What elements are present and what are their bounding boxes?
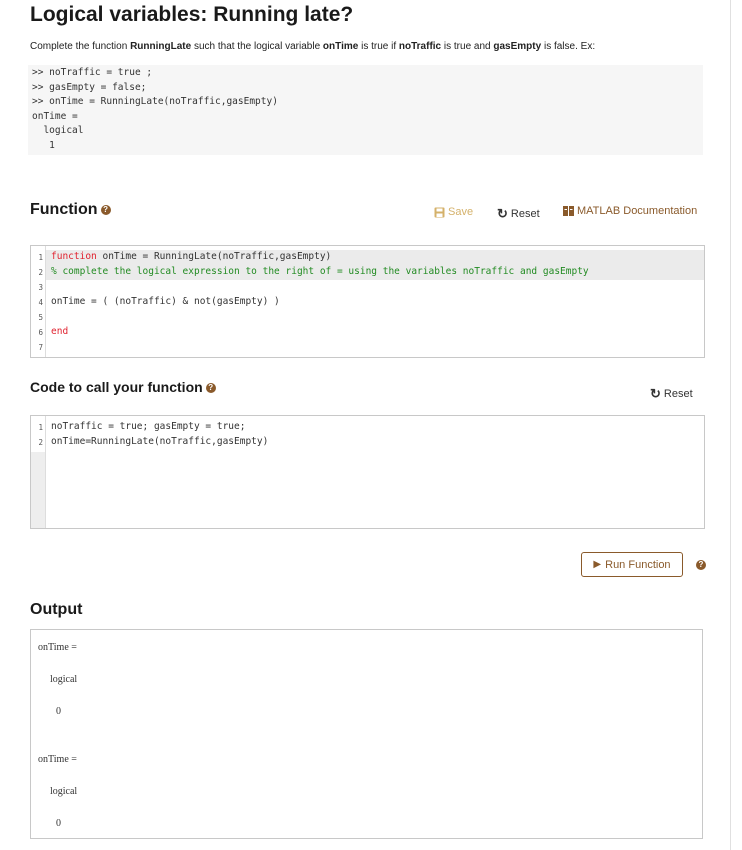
function-editor[interactable]: 1 function onTime = RunningLate(noTraffi… bbox=[30, 245, 705, 358]
save-button[interactable]: Save bbox=[434, 206, 473, 218]
line-number: 7 bbox=[38, 343, 43, 352]
desc-var: noTraffic bbox=[398, 41, 442, 52]
desc-var: gasEmpty bbox=[493, 41, 542, 52]
reset-label: Reset bbox=[510, 208, 540, 220]
example-code-block: >> noTraffic = true ; >> gasEmpty = fals… bbox=[28, 65, 703, 155]
save-icon bbox=[434, 207, 445, 217]
reset-call-button[interactable]: ↻ Reset bbox=[650, 386, 693, 402]
reset-function-button[interactable]: ↻ Reset bbox=[497, 206, 540, 222]
call-code-heading-label: Code to call your function bbox=[30, 379, 203, 395]
run-function-button[interactable]: ▶ Run Function bbox=[581, 552, 683, 577]
output-line: logical bbox=[50, 674, 78, 685]
line-number: 1 bbox=[38, 253, 43, 262]
save-label: Save bbox=[448, 206, 474, 218]
function-heading: Function? bbox=[30, 201, 111, 219]
book-icon bbox=[563, 206, 574, 216]
desc-text: is false. Ex: bbox=[541, 41, 596, 52]
function-heading-label: Function bbox=[30, 201, 98, 218]
desc-text: Complete the function bbox=[30, 41, 131, 52]
matlab-documentation-link[interactable]: MATLAB Documentation bbox=[563, 205, 697, 217]
line-number: 2 bbox=[38, 438, 43, 447]
run-function-label: Run Function bbox=[605, 558, 671, 571]
output-line: 0 bbox=[56, 706, 61, 717]
output-line: 0 bbox=[56, 818, 61, 829]
line-number: 1 bbox=[38, 423, 43, 432]
code-line: onTime = ( (noTraffic) & not(gasEmpty) ) bbox=[51, 296, 280, 307]
code-comment: % complete the logical expression to the… bbox=[51, 266, 589, 277]
output-line: logical bbox=[50, 786, 78, 797]
desc-function-name: RunningLate bbox=[130, 41, 192, 52]
output-line: onTime = bbox=[38, 642, 77, 653]
help-icon[interactable]: ? bbox=[696, 560, 706, 570]
help-icon[interactable]: ? bbox=[205, 383, 216, 394]
output-panel: onTime = logical 0 onTime = logical 0 bbox=[30, 629, 703, 839]
desc-text: such that the logical variable bbox=[191, 41, 323, 52]
code-text: onTime = RunningLate(noTraffic,gasEmpty) bbox=[96, 251, 332, 262]
line-number: 3 bbox=[38, 283, 43, 292]
line-number: 2 bbox=[38, 268, 43, 277]
line-number: 4 bbox=[38, 298, 43, 307]
line-number: 6 bbox=[38, 328, 43, 337]
desc-text: is true if bbox=[358, 41, 399, 52]
output-line: onTime = bbox=[38, 754, 77, 765]
desc-var: onTime bbox=[322, 41, 359, 52]
reset-icon: ↻ bbox=[650, 386, 661, 401]
keyword: end bbox=[51, 326, 69, 337]
play-icon: ▶ bbox=[593, 559, 602, 570]
line-number-gutter bbox=[31, 416, 46, 528]
problem-description: Complete the function RunningLate such t… bbox=[30, 41, 595, 52]
code-line: onTime=RunningLate(noTraffic,gasEmpty) bbox=[51, 436, 269, 447]
docs-label: MATLAB Documentation bbox=[577, 205, 698, 217]
page-border bbox=[730, 0, 731, 850]
help-icon[interactable]: ? bbox=[100, 204, 111, 215]
page-title: Logical variables: Running late? bbox=[30, 3, 354, 26]
line-number: 5 bbox=[38, 313, 43, 322]
reset-icon: ↻ bbox=[497, 206, 508, 221]
call-code-editor[interactable]: 1 noTraffic = true; gasEmpty = true; 2 o… bbox=[30, 415, 705, 529]
desc-text: is true and bbox=[441, 41, 494, 52]
code-line: noTraffic = true; gasEmpty = true; bbox=[51, 421, 246, 432]
keyword: function bbox=[51, 251, 97, 262]
output-heading: Output bbox=[30, 601, 83, 618]
reset-label: Reset bbox=[663, 388, 693, 400]
call-code-heading: Code to call your function? bbox=[30, 379, 216, 395]
code-line: function onTime = RunningLate(noTraffic,… bbox=[51, 251, 331, 262]
